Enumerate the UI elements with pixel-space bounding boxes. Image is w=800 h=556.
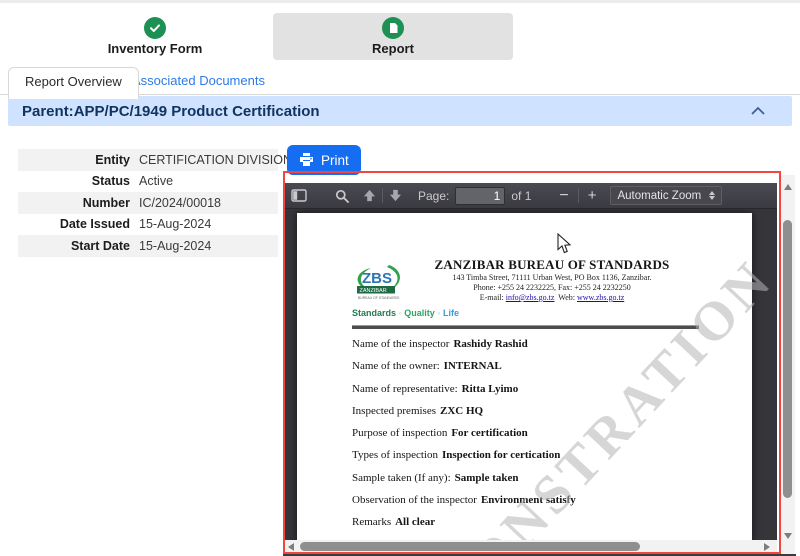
parent-label: Parent:: [22, 103, 74, 120]
tagline-quality: Quality: [404, 308, 435, 318]
pdf-viewer: Page: of 1 − + Automatic Zoom ZBS: [283, 173, 796, 556]
scroll-left-icon[interactable]: [288, 543, 294, 551]
table-row: Entity CERTIFICATION DIVISION: [18, 149, 278, 171]
web-label: Web:: [554, 293, 577, 302]
detail-value: 15-Aug-2024: [139, 239, 211, 253]
stepper-step-inventory-form[interactable]: Inventory Form: [40, 13, 270, 60]
pdf-page: ZBS ZANZIBAR BUREAU OF STANDARDS ZANZIBA…: [297, 213, 752, 540]
detail-label: Date Issued: [18, 217, 139, 231]
org-address: 143 Timba Street, 71111 Urban West, PO B…: [397, 273, 707, 283]
zoom-out-icon[interactable]: −: [559, 187, 568, 205]
horizontal-scrollbar[interactable]: [284, 540, 777, 553]
table-row: Number IC/2024/00018: [18, 192, 278, 214]
detail-value: CERTIFICATION DIVISION: [139, 153, 292, 167]
field-line: Types of inspectionInspection for certic…: [352, 444, 576, 466]
step-label: Report: [273, 41, 513, 56]
svg-text:BUREAU OF STANDARDS: BUREAU OF STANDARDS: [358, 296, 400, 300]
detail-value: Active: [139, 174, 173, 188]
printer-icon: [299, 153, 314, 167]
field-line: Purpose of inspectionFor certification: [352, 422, 576, 444]
web-link[interactable]: www.zbs.go.tz: [577, 293, 624, 302]
letterhead-rule: [352, 325, 699, 329]
parent-accordion-header[interactable]: Parent:APP/PC/1949 Product Certification: [8, 96, 792, 126]
table-row: Status Active: [18, 171, 278, 193]
page-label: Page:: [418, 189, 449, 203]
tagline: Standards ◦ Quality ◦ Life: [352, 308, 459, 318]
zoom-level-select[interactable]: Automatic Zoom: [610, 186, 722, 205]
org-phone-fax: Phone: +255 24 2232225, Fax: +255 24 223…: [397, 283, 707, 293]
pdf-toolbar: Page: of 1 − + Automatic Zoom: [283, 183, 777, 209]
svg-text:ZANZIBAR: ZANZIBAR: [360, 288, 387, 294]
inspection-fields: Name of the inspectorRashidy Rashid Name…: [352, 333, 576, 534]
detail-label: Status: [18, 174, 139, 188]
step-label: Inventory Form: [40, 41, 270, 56]
page-number-input[interactable]: [455, 187, 505, 205]
report-page: Inventory Form Report Report Overview As…: [0, 0, 800, 556]
scroll-up-icon[interactable]: [784, 184, 792, 190]
letterhead: ZANZIBAR BUREAU OF STANDARDS 143 Timba S…: [397, 257, 707, 303]
vertical-scrollbar[interactable]: [780, 175, 795, 555]
detail-label: Entity: [18, 153, 139, 167]
tab-associated-documents[interactable]: Associated Documents: [132, 67, 265, 95]
tagline-standards: Standards: [352, 308, 396, 318]
print-button-label: Print: [321, 153, 349, 168]
scroll-right-icon[interactable]: [764, 543, 770, 551]
table-row: Date Issued 15-Aug-2024: [18, 214, 278, 236]
email-link[interactable]: info@zbs.go.tz: [506, 293, 555, 302]
field-line: Inspected premisesZXC HQ: [352, 400, 576, 422]
scroll-down-icon[interactable]: [784, 533, 792, 539]
field-line: Sample taken (If any):Sample taken: [352, 467, 576, 489]
horizontal-scroll-thumb[interactable]: [300, 542, 640, 551]
vertical-scroll-thumb[interactable]: [783, 220, 792, 498]
toolbar-divider: [382, 188, 383, 203]
dot-separator: ◦: [399, 308, 402, 318]
pdf-canvas-area[interactable]: ZBS ZANZIBAR BUREAU OF STANDARDS ZANZIBA…: [283, 209, 777, 540]
email-label: E-mail:: [480, 293, 506, 302]
svg-text:ZBS: ZBS: [362, 270, 392, 287]
search-icon[interactable]: [335, 189, 349, 203]
sidebar-toggle-icon[interactable]: [291, 189, 307, 202]
page-down-icon[interactable]: [389, 189, 402, 202]
field-line: Name of the inspectorRashidy Rashid: [352, 333, 576, 355]
tab-report-overview[interactable]: Report Overview: [8, 67, 139, 99]
stepper-step-report[interactable]: Report: [273, 13, 513, 60]
detail-value: 15-Aug-2024: [139, 217, 211, 231]
zoom-level-value: Automatic Zoom: [617, 190, 701, 202]
toolbar-divider: [578, 188, 579, 203]
field-line: RemarksAll clear: [352, 511, 576, 533]
page-total-label: of 1: [511, 189, 531, 203]
select-arrows-icon: [709, 191, 715, 200]
field-line: Name of representative:Ritta Lyimo: [352, 378, 576, 400]
print-button[interactable]: Print: [287, 145, 361, 175]
table-row: Start Date 15-Aug-2024: [18, 235, 278, 257]
org-name: ZANZIBAR BUREAU OF STANDARDS: [397, 257, 707, 273]
tagline-life: Life: [443, 308, 459, 318]
document-icon: [382, 17, 404, 39]
field-line: Observation of the inspectorEnvironment …: [352, 489, 576, 511]
page-up-icon[interactable]: [363, 189, 376, 202]
field-line: Name of the owner:INTERNAL: [352, 355, 576, 377]
dot-separator: ◦: [437, 308, 440, 318]
chevron-up-icon[interactable]: [750, 106, 766, 116]
parent-title: APP/PC/1949 Product Certification: [74, 103, 320, 120]
zoom-in-icon[interactable]: +: [588, 187, 597, 204]
org-contact-line: E-mail: info@zbs.go.tz Web: www.zbs.go.t…: [397, 293, 707, 303]
check-icon: [144, 17, 166, 39]
detail-label: Number: [18, 196, 139, 210]
report-details-table: Entity CERTIFICATION DIVISION Status Act…: [18, 149, 278, 257]
tab-bar: Report Overview Associated Documents: [0, 66, 800, 95]
detail-label: Start Date: [18, 239, 139, 253]
detail-value: IC/2024/00018: [139, 196, 221, 210]
